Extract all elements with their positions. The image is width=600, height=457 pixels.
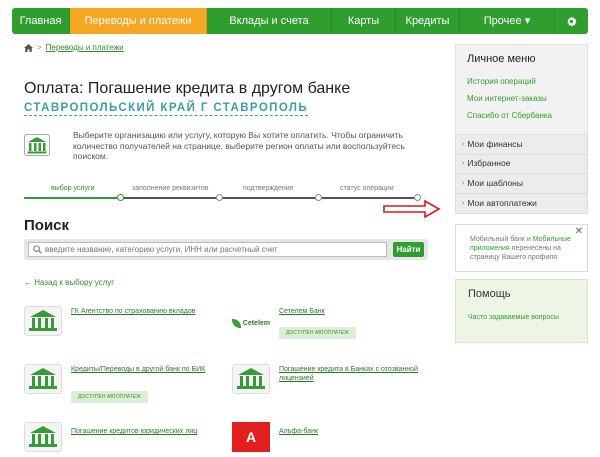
nav-item-other[interactable]: Прочее ▾ [460, 8, 555, 34]
sidebar-item-label: Мои автоплатежи [467, 197, 537, 208]
alfa-bank-logo: A [232, 422, 270, 452]
sidebar-item-label: Избранное [467, 158, 511, 169]
sidebar-accordion: › Мои финансы › Избранное › Мои шаблоны › Мо… [455, 135, 588, 214]
progress-remaining [120, 197, 416, 199]
sidebar: Личное меню История операций Мои интерне… [455, 44, 588, 214]
search-icon [33, 245, 42, 254]
chevron-right-icon: › [462, 199, 465, 207]
search-input[interactable] [28, 242, 387, 257]
personal-menu: Личное меню История операций Мои интерне… [455, 44, 588, 135]
home-icon[interactable] [24, 43, 33, 52]
autopay-badge: ДОСТУПЕН АВТОПЛАТЕЖ [279, 327, 356, 339]
org-name[interactable]: ГК Агентство по страхованию вкладов [71, 307, 211, 316]
search-bar: Найти [24, 239, 428, 260]
region-selector[interactable]: СТАВРОПОЛЬСКИЙ КРАЙ Г СТАВРОПОЛЬ [24, 102, 309, 116]
search-button[interactable]: Найти [393, 242, 424, 257]
bank-building-icon [24, 364, 62, 394]
faq-link[interactable]: Часто задаваемые вопросы [468, 313, 575, 322]
sidebar-item-finances[interactable]: › Мои финансы [456, 135, 587, 155]
org-item-asv[interactable]: ГК Агентство по страхованию вкладов [24, 306, 195, 341]
step-dot-1 [117, 194, 124, 201]
step-label-4: статус операции [340, 185, 394, 192]
bank-building-icon [232, 364, 270, 394]
progress-done [24, 197, 120, 199]
help-title: Помощь [468, 288, 511, 300]
step-label-1: выбор услуги [51, 185, 95, 192]
nav-item-other-label: Прочее [483, 15, 522, 27]
step-label-2: заполнение реквизитов [132, 185, 209, 192]
nav-item-transfers[interactable]: Переводы и платежи [70, 8, 207, 34]
org-name[interactable]: Кредиты/Переводы в другой банк по БИК [71, 365, 211, 374]
alfa-bank-logo-text: A [245, 429, 257, 445]
org-item-revoked-license[interactable]: Погашение кредита в Банках с отозванной … [232, 364, 418, 399]
step-dot-3 [315, 194, 322, 201]
org-name[interactable]: Альфа-банк [279, 427, 419, 436]
cetelem-logo: Cetelem [232, 312, 270, 334]
help-box: Помощь Часто задаваемые вопросы [455, 279, 588, 343]
back-to-services-link[interactable]: ← Назад к выбору услуг [24, 278, 114, 287]
back-link-label: Назад к выбору услуг [34, 278, 115, 287]
sidebar-item-templates[interactable]: › Мои шаблоны [456, 174, 587, 194]
bank-building-icon [24, 134, 50, 156]
chevron-right-icon: › [462, 140, 465, 148]
org-name[interactable]: Сетелем Банк [279, 307, 419, 316]
nav-item-cards[interactable]: Карты [332, 8, 396, 34]
bank-building-icon [24, 306, 62, 336]
gear-icon [567, 15, 577, 27]
breadcrumb-separator: > [37, 43, 42, 52]
org-name[interactable]: Погашение кредитов юридических лиц [71, 427, 231, 436]
sidebar-item-autopayments[interactable]: › Мои автоплатежи [456, 194, 587, 214]
chevron-right-icon: › [462, 179, 465, 187]
sidebar-item-favorites[interactable]: › Избранное [456, 155, 587, 174]
nav-item-deposits[interactable]: Вклады и счета [207, 8, 332, 34]
page-title: Оплата: Погашение кредита в другом банке [24, 80, 351, 97]
leaf-icon [232, 318, 241, 328]
main-nav: Главная Переводы и платежи Вклады и счет… [12, 8, 588, 34]
menu-link-history[interactable]: История операций [467, 77, 576, 86]
arrow-left-icon: ← [24, 278, 32, 287]
org-item-bik-transfers[interactable]: Кредиты/Переводы в другой банк по БИК ДО… [24, 364, 205, 403]
settings-button[interactable] [555, 8, 588, 34]
step-label-3: подтверждение [243, 185, 294, 192]
mobile-notice: ✕ Мобильный банк и Мобильные приложения … [455, 224, 588, 272]
cetelem-logo-text: Cetelem [242, 319, 270, 327]
annotation-arrow-icon [383, 200, 441, 218]
breadcrumb-link[interactable]: Переводы и платежи [46, 43, 124, 52]
sidebar-item-label: Мои шаблоны [467, 177, 523, 188]
breadcrumb: > Переводы и платежи [24, 43, 124, 52]
sidebar-item-label: Мои финансы [467, 138, 523, 149]
org-name[interactable]: Погашение кредита в Банках с отозванной … [279, 365, 419, 383]
personal-menu-title: Личное меню [467, 53, 536, 65]
autopay-badge: ДОСТУПЕН АВТОПЛАТЕЖ [71, 391, 148, 403]
close-icon[interactable]: ✕ [575, 227, 583, 237]
step-dot-2 [216, 194, 223, 201]
nav-item-home[interactable]: Главная [12, 8, 70, 34]
chevron-right-icon: › [462, 160, 465, 168]
menu-link-internet-orders[interactable]: Мои интернет-заказы [467, 94, 576, 103]
info-text: Выберите организацию или услугу, которую… [73, 130, 405, 161]
notice-prefix: Мобильный банк и [470, 236, 533, 243]
chevron-down-icon: ▾ [524, 15, 531, 27]
menu-link-spasibo[interactable]: Спасибо от Сбербанка [467, 111, 576, 120]
progress-steps: выбор услуги заполнение реквизитов подтв… [24, 182, 424, 202]
org-item-legal-entities[interactable]: Погашение кредитов юридических лиц [24, 422, 197, 457]
bank-building-icon [24, 422, 62, 452]
search-title: Поиск [24, 217, 70, 234]
nav-item-credits[interactable]: Кредиты [396, 8, 460, 34]
